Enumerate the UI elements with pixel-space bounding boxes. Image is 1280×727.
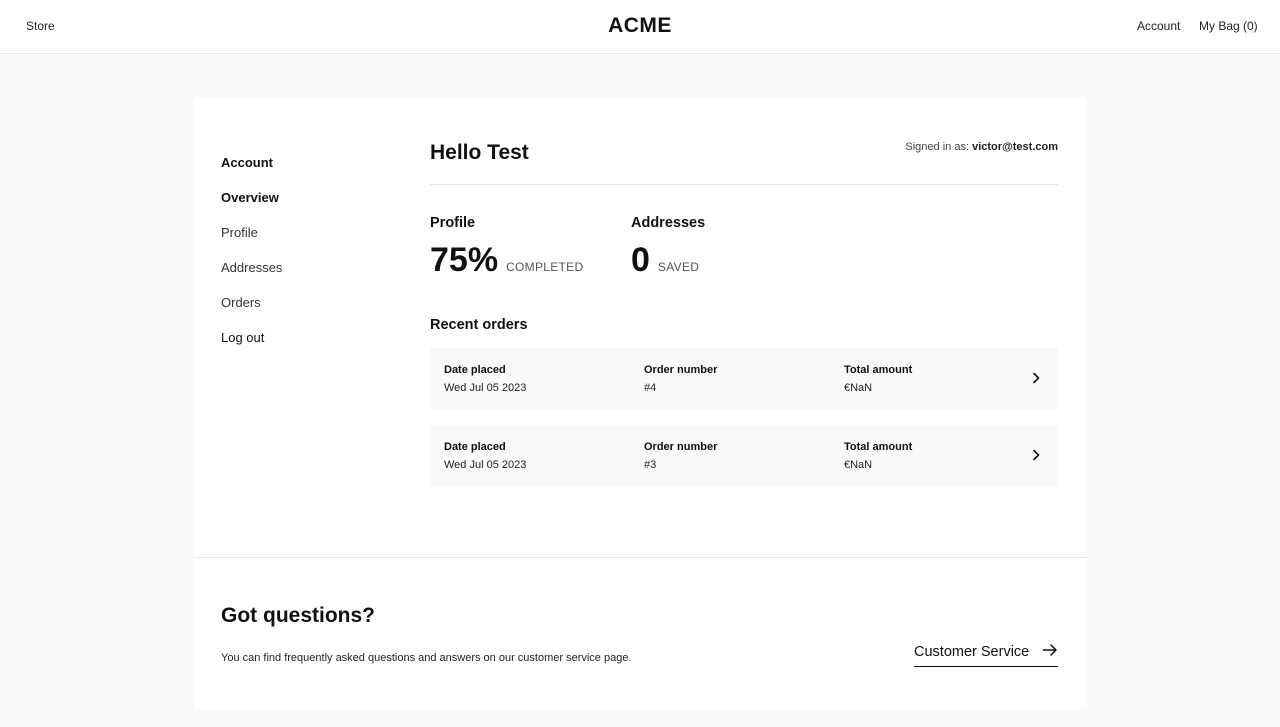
help-description: You can find frequently asked questions … (221, 652, 632, 664)
order-total-value: €NaN (844, 382, 873, 394)
arrow-right-icon (1042, 644, 1057, 656)
sidebar-item-overview[interactable]: Overview (221, 190, 282, 225)
signed-in-email: victor@test.com (972, 141, 1058, 153)
addresses-stat-label: Addresses (631, 215, 706, 231)
profile-stat-label: Profile (430, 215, 476, 231)
order-total-label: Total amount (844, 364, 913, 376)
chevron-right-icon[interactable] (1028, 447, 1044, 463)
order-date-value: Wed Jul 05 2023 (444, 382, 527, 394)
profile-completion-value: 75% (430, 241, 499, 279)
sidebar-item-orders[interactable]: Orders (221, 295, 282, 330)
account-link[interactable]: Account (1137, 19, 1180, 33)
help-title: Got questions? (221, 604, 375, 627)
profile-completion-suffix: COMPLETED (506, 260, 584, 274)
order-date-label: Date placed (444, 441, 506, 453)
order-date-label: Date placed (444, 364, 506, 376)
recent-orders-title: Recent orders (430, 317, 528, 333)
account-sidebar: Account Overview Profile Addresses Order… (221, 155, 282, 365)
customer-service-label: Customer Service (914, 644, 1030, 660)
order-row[interactable]: Date placed Wed Jul 05 2023 Order number… (430, 425, 1058, 487)
addresses-count-suffix: SAVED (657, 260, 700, 274)
profile-stat: Profile 75% COMPLETED (430, 215, 583, 280)
my-bag-link[interactable]: My Bag (0) (1199, 19, 1258, 33)
overview-panel: Hello Test Signed in as: victor@test.com… (430, 141, 1058, 487)
addresses-count-value: 0 (631, 241, 650, 279)
signed-in-info: Signed in as: victor@test.com (905, 141, 1058, 153)
account-card: Account Overview Profile Addresses Order… (194, 97, 1087, 709)
top-navigation: Store ACME Account My Bag (0) (0, 0, 1280, 54)
customer-service-link[interactable]: Customer Service (914, 638, 1058, 667)
brand-logo-container: ACME (0, 14, 1280, 38)
signed-in-label: Signed in as: (905, 141, 970, 153)
order-row[interactable]: Date placed Wed Jul 05 2023 Order number… (430, 348, 1058, 410)
order-total-value: €NaN (844, 459, 873, 471)
order-number-value: #4 (644, 382, 657, 394)
help-divider (194, 557, 1087, 558)
sidebar-item-profile[interactable]: Profile (221, 225, 282, 260)
brand-logo[interactable]: ACME (608, 14, 672, 37)
header-divider (430, 184, 1058, 185)
order-number-value: #3 (644, 459, 657, 471)
order-number-label: Order number (644, 441, 718, 453)
chevron-right-icon[interactable] (1028, 370, 1044, 386)
sidebar-heading: Account (221, 155, 273, 170)
sidebar-item-addresses[interactable]: Addresses (221, 260, 282, 295)
sidebar-item-log-out[interactable]: Log out (221, 330, 282, 365)
order-number-label: Order number (644, 364, 718, 376)
addresses-stat: Addresses 0 SAVED (631, 215, 705, 280)
store-link[interactable]: Store (26, 19, 55, 33)
order-date-value: Wed Jul 05 2023 (444, 459, 527, 471)
order-total-label: Total amount (844, 441, 913, 453)
